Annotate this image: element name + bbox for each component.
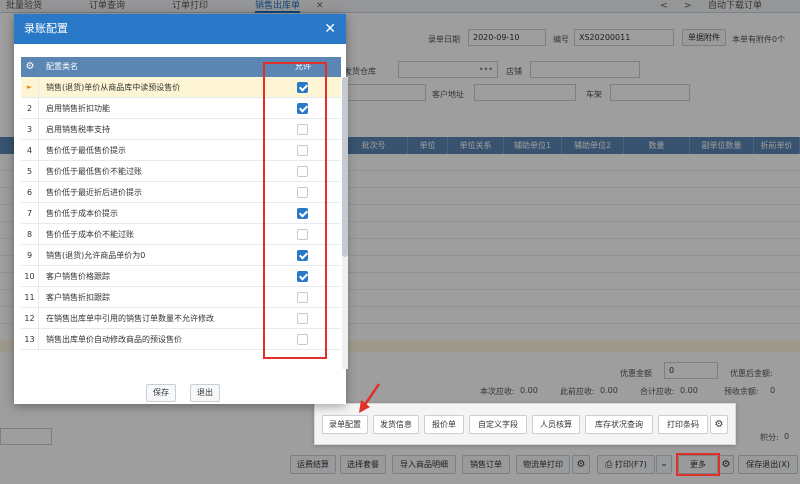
popover-quote-button[interactable]: 报价单 — [424, 415, 464, 434]
dialog-save-button[interactable]: 保存 — [146, 384, 176, 402]
row-pointer-icon: ► — [21, 77, 39, 98]
popover-settings-icon[interactable]: ⚙ — [710, 415, 728, 434]
row-number: 3 — [21, 119, 39, 140]
config-name: 售价低于最低售价提示 — [46, 146, 126, 155]
config-name: 售价低于最近折后进价提示 — [46, 188, 142, 197]
popover-print-barcode-button[interactable]: 打印条码 — [658, 415, 708, 434]
allow-column-highlight-box — [263, 62, 327, 359]
dialog-title-text: 录账配置 — [24, 22, 68, 35]
config-name: 在销售出库单中引用的销售订单数量不允许修改 — [46, 314, 214, 323]
annotation-arrow-icon — [359, 383, 381, 413]
config-name: 客户销售价格跟踪 — [46, 272, 110, 281]
config-name: 销售(退货)允许商品单价为0 — [46, 251, 146, 260]
row-number: 7 — [21, 203, 39, 224]
table-settings-icon[interactable]: ⚙ — [21, 57, 39, 77]
scrollbar-thumb[interactable] — [342, 77, 348, 257]
popover-stock-query-button[interactable]: 库存状况查询 — [585, 415, 653, 434]
row-number: 13 — [21, 329, 39, 350]
row-number: 2 — [21, 98, 39, 119]
config-name: 售价低于最低售价不能过账 — [46, 167, 142, 176]
row-number: 12 — [21, 308, 39, 329]
row-number: 4 — [21, 140, 39, 161]
row-number: 8 — [21, 224, 39, 245]
config-name: 售价低于成本价提示 — [46, 209, 118, 218]
row-number: 10 — [21, 266, 39, 287]
config-name: 销售出库单价自动修改商品的预设售价 — [46, 335, 182, 344]
more-highlight-box — [676, 453, 720, 476]
popover-staff-accounting-button[interactable]: 人员核算 — [532, 415, 580, 434]
dialog-close-icon[interactable]: ✕ — [324, 14, 336, 44]
dialog-scrollbar[interactable] — [342, 77, 348, 369]
popover-entry-config-button[interactable]: 录单配置 — [322, 415, 368, 434]
config-name: 客户销售折扣跟踪 — [46, 293, 110, 302]
dialog-exit-button[interactable]: 退出 — [190, 384, 220, 402]
config-name: 销售(退货)单价从商品库中读预设售价 — [46, 83, 181, 92]
config-name: 售价低于成本价不能过账 — [46, 230, 134, 239]
config-name: 启用销售折扣功能 — [46, 104, 110, 113]
col-config-name: 配置类名 — [46, 62, 78, 71]
dialog-title: 录账配置 — [14, 14, 346, 44]
row-number: 5 — [21, 161, 39, 182]
row-number: 6 — [21, 182, 39, 203]
row-number: 9 — [21, 245, 39, 266]
popover-shipping-info-button[interactable]: 发货信息 — [373, 415, 419, 434]
entry-config-dialog: 录账配置 ✕ ⚙ 配置类名 允许 ► 销售(退货)单价从商品库中读预设售价 2 启用销… — [14, 14, 348, 404]
row-number: 11 — [21, 287, 39, 308]
config-name: 启用销售税率支持 — [46, 125, 110, 134]
popover-custom-field-button[interactable]: 自定义字段 — [469, 415, 527, 434]
